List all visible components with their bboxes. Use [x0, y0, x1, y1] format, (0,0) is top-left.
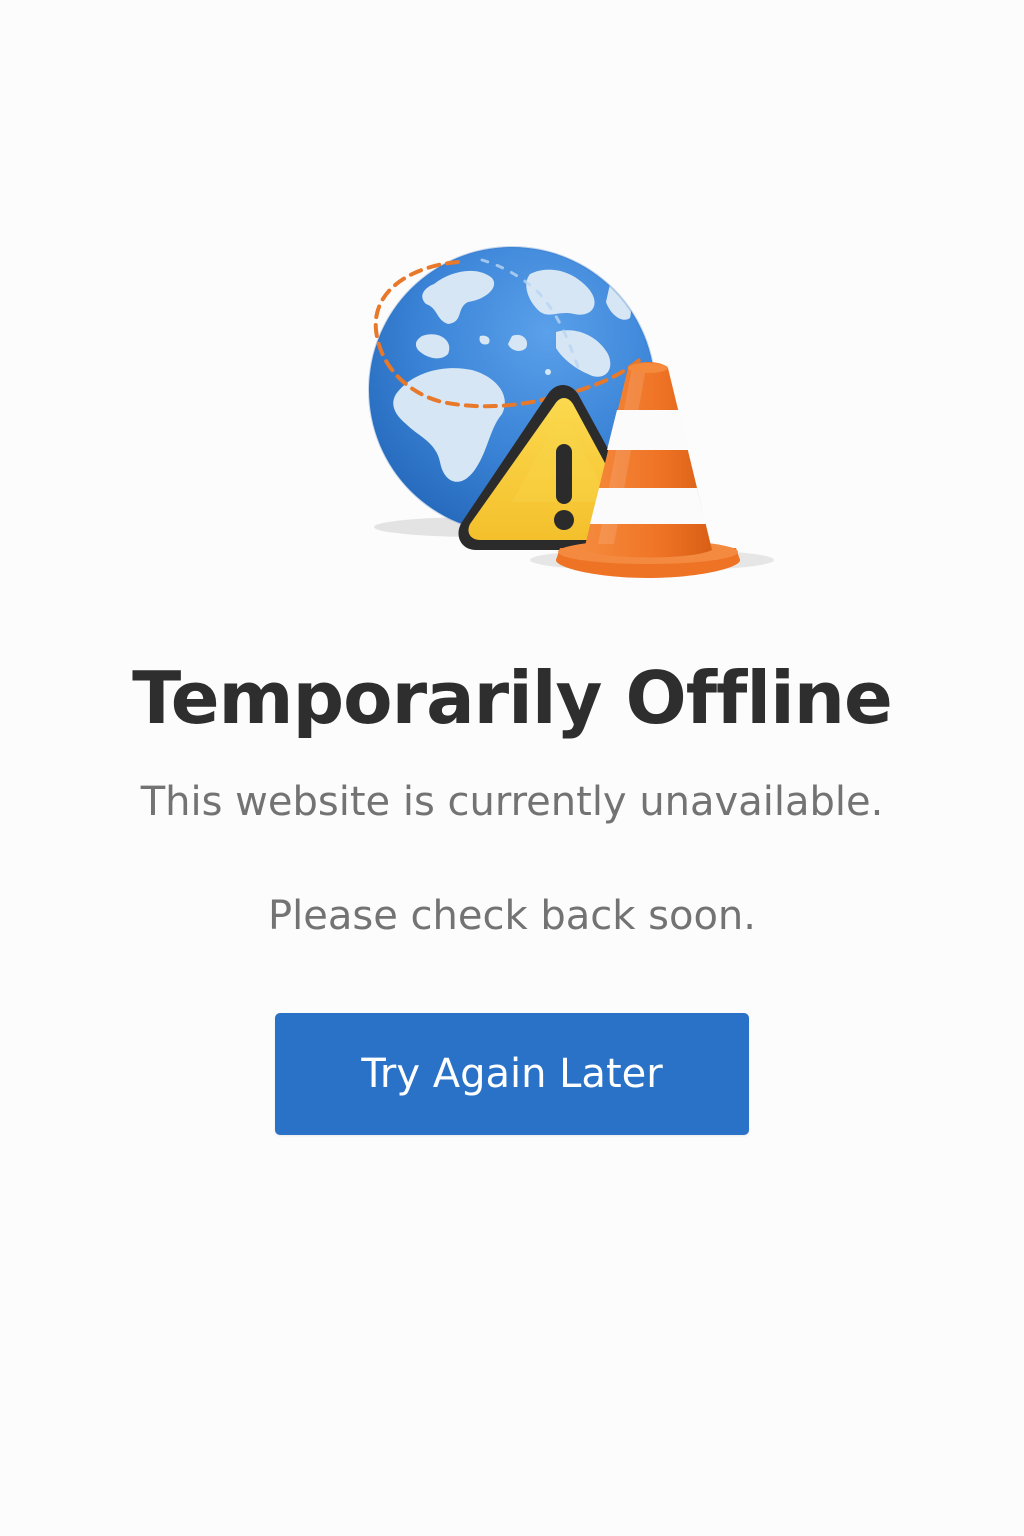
offline-illustration — [352, 244, 784, 590]
page-title: Temporarily Offline — [132, 656, 893, 740]
message-line-check-back: Please check back soon. — [268, 893, 756, 939]
message-line-unavailable: This website is currently unavailable. — [140, 779, 884, 825]
try-again-later-button[interactable]: Try Again Later — [275, 1013, 749, 1135]
offline-page: Temporarily Offline This website is curr… — [0, 0, 1024, 1536]
